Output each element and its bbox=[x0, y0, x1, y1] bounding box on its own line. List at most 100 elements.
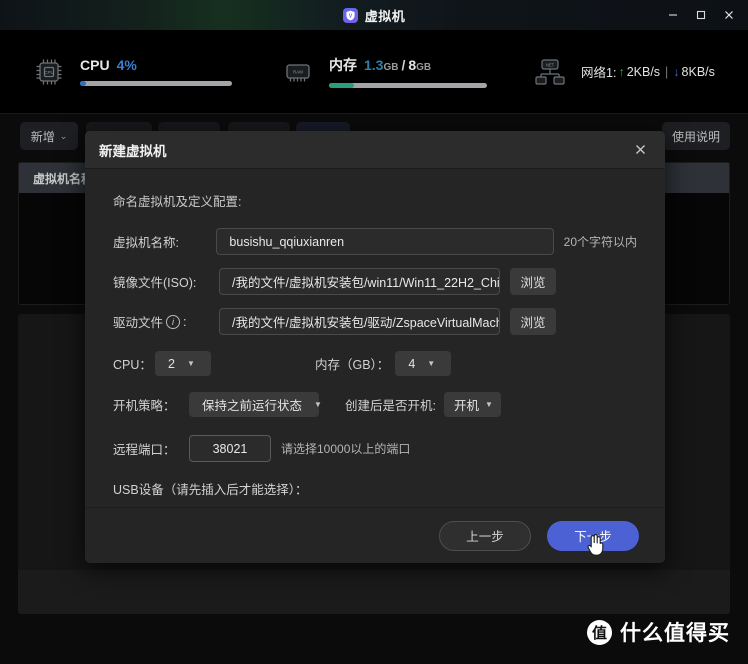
network-stat-body: 网络1: ↑ 2KB/s | ↓ 8KB/s bbox=[581, 62, 715, 81]
driver-path-input[interactable]: /我的文件/虚拟机安装包/驱动/ZspaceVirtualMachineD… bbox=[219, 308, 500, 335]
next-step-button[interactable]: 下一步 bbox=[547, 520, 639, 551]
close-icon[interactable] bbox=[629, 139, 651, 161]
iso-path-value: /我的文件/虚拟机安装包/win11/Win11_22H2_Chinese… bbox=[232, 276, 500, 290]
cpu-stat-head: CPU 4% bbox=[80, 57, 232, 73]
previous-step-label: 上一步 bbox=[466, 530, 504, 544]
memory-used-value: 1.3 bbox=[364, 57, 384, 73]
field-row-port: 远程端口： 38021 请选择10000以上的端口 bbox=[113, 435, 637, 462]
iso-browse-label: 浏览 bbox=[520, 276, 546, 290]
svg-text:NET: NET bbox=[546, 62, 555, 67]
iso-path-input[interactable]: /我的文件/虚拟机安装包/win11/Win11_22H2_Chinese… bbox=[219, 268, 500, 295]
network-label: 网络1: bbox=[581, 66, 617, 80]
field-row-boot: 开机策略： 保持之前运行状态 ▼ 创建后是否开机: 开机 ▼ bbox=[113, 392, 637, 417]
memory-total-value: 8 bbox=[408, 57, 417, 73]
window-title: 虚拟机 bbox=[364, 8, 406, 24]
driver-label-colon: : bbox=[183, 314, 187, 329]
ram-chip-icon: RAM bbox=[281, 55, 315, 89]
driver-label-text: 驱动文件 bbox=[113, 316, 164, 330]
close-icon[interactable] bbox=[716, 3, 742, 27]
field-row-cpu-memory: CPU： 2 ▼ 内存（GB）： 4 ▼ bbox=[113, 351, 637, 376]
chevron-down-icon: ▼ bbox=[314, 400, 322, 409]
application-window: V 虚拟机 CPU CPU 4% RAM 内存 1.3 GB / 8 GB NE… bbox=[0, 0, 748, 664]
power-on-label: 创建后是否开机: bbox=[345, 399, 436, 413]
add-vm-button[interactable]: 新增 ⌄ bbox=[20, 122, 78, 150]
memory-size-select[interactable]: 4 ▼ bbox=[395, 351, 452, 376]
watermark: 值 什么值得买 bbox=[587, 617, 730, 647]
network-up-value: 2KB/s bbox=[626, 64, 661, 79]
power-on-select[interactable]: 开机 ▼ bbox=[443, 392, 501, 417]
svg-text:CPU: CPU bbox=[44, 70, 54, 75]
cpu-usage-bar bbox=[80, 81, 232, 86]
vm-table-header-name: 虚拟机名称 bbox=[33, 171, 94, 186]
vm-name-input[interactable]: busishu_qqiuxianren bbox=[216, 228, 554, 255]
cpu-count-value: 2 bbox=[168, 356, 175, 371]
remote-port-input[interactable]: 38021 bbox=[189, 435, 271, 462]
dialog-title: 新建虚拟机 bbox=[99, 143, 167, 159]
memory-separator: / bbox=[401, 57, 406, 73]
vm-name-label: 虚拟机名称: bbox=[113, 236, 179, 250]
dialog-footer: 上一步 下一步 bbox=[85, 507, 665, 563]
memory-stat-body: 内存 1.3 GB / 8 GB bbox=[329, 55, 487, 88]
title-bar-center: V 虚拟机 bbox=[342, 6, 406, 25]
memory-stat: RAM 内存 1.3 GB / 8 GB bbox=[281, 55, 499, 89]
memory-size-value: 4 bbox=[408, 356, 416, 371]
field-row-usb: USB设备（请先插入后才能选择）： bbox=[113, 479, 637, 498]
network-stat: NET 网络1: ↑ 2KB/s | ↓ 8KB/s bbox=[533, 55, 715, 89]
memory-used-unit: GB bbox=[383, 62, 399, 73]
svg-text:RAM: RAM bbox=[293, 69, 303, 74]
maximize-icon[interactable] bbox=[688, 3, 714, 27]
cpu-count-select[interactable]: 2 ▼ bbox=[155, 351, 211, 376]
cpu-select-label: CPU： bbox=[113, 358, 152, 372]
vm-name-input-value: busishu_qqiuxianren bbox=[229, 234, 345, 249]
watermark-badge: 值 bbox=[587, 619, 612, 645]
help-button-label: 使用说明 bbox=[671, 129, 720, 144]
iso-browse-button[interactable]: 浏览 bbox=[510, 268, 556, 295]
memory-usage-bar-fill bbox=[329, 83, 355, 88]
chevron-down-icon: ▼ bbox=[186, 359, 195, 368]
network-divider: | bbox=[665, 64, 669, 79]
remote-port-hint: 请选择10000以上的端口 bbox=[281, 442, 411, 456]
boot-policy-label: 开机策略： bbox=[113, 399, 176, 413]
chevron-down-icon: ▼ bbox=[427, 359, 436, 368]
iso-label: 镜像文件(ISO): bbox=[113, 276, 197, 290]
memory-select-label: 内存（GB）： bbox=[315, 358, 390, 372]
driver-path-value: /我的文件/虚拟机安装包/驱动/ZspaceVirtualMachineD… bbox=[232, 316, 500, 330]
memory-usage-bar bbox=[329, 83, 487, 88]
remote-port-label: 远程端口： bbox=[113, 443, 176, 457]
next-step-label: 下一步 bbox=[574, 530, 612, 544]
add-vm-label: 新增 bbox=[30, 129, 55, 144]
info-icon[interactable]: i bbox=[166, 314, 181, 329]
dialog-header: 新建虚拟机 bbox=[85, 131, 665, 169]
memory-total-unit: GB bbox=[416, 62, 432, 73]
cpu-value: 4% bbox=[116, 57, 137, 73]
dialog-section-note: 命名虚拟机及定义配置: bbox=[113, 195, 242, 209]
field-row-vm-name: 虚拟机名称: busishu_qqiuxianren 20个字符以内 bbox=[113, 228, 637, 255]
vm-name-hint: 20个字符以内 bbox=[563, 235, 637, 249]
shield-v-icon: V bbox=[342, 7, 358, 23]
chevron-down-icon: ▼ bbox=[485, 400, 493, 409]
window-controls bbox=[660, 0, 742, 30]
boot-policy-value: 保持之前运行状态 bbox=[202, 399, 303, 413]
network-up-arrow-icon: ↑ bbox=[618, 64, 625, 79]
new-vm-dialog: 新建虚拟机 命名虚拟机及定义配置: 虚拟机名称: busishu_qqiuxia… bbox=[85, 131, 665, 563]
field-row-driver: 驱动文件 i : /我的文件/虚拟机安装包/驱动/ZspaceVirtualMa… bbox=[113, 308, 637, 335]
minimize-icon[interactable] bbox=[660, 3, 686, 27]
network-readout: 网络1: ↑ 2KB/s | ↓ 8KB/s bbox=[581, 62, 715, 81]
network-down-value: 8KB/s bbox=[681, 64, 715, 79]
dialog-body: 命名虚拟机及定义配置: 虚拟机名称: busishu_qqiuxianren 2… bbox=[85, 169, 665, 498]
watermark-text: 什么值得买 bbox=[620, 622, 730, 645]
boot-policy-select[interactable]: 保持之前运行状态 ▼ bbox=[189, 392, 322, 417]
cpu-label: CPU bbox=[80, 57, 110, 73]
vm-detail-panel-footer bbox=[18, 570, 730, 614]
driver-browse-button[interactable]: 浏览 bbox=[510, 308, 556, 335]
power-on-value: 开机 bbox=[453, 399, 479, 413]
cpu-stat: CPU CPU 4% bbox=[32, 55, 237, 89]
previous-step-button[interactable]: 上一步 bbox=[439, 520, 531, 551]
network-down-arrow-icon: ↓ bbox=[673, 64, 680, 79]
memory-label: 内存 bbox=[329, 57, 357, 73]
field-row-iso: 镜像文件(ISO): /我的文件/虚拟机安装包/win11/Win11_22H2… bbox=[113, 268, 637, 295]
title-bar: V 虚拟机 bbox=[0, 0, 748, 30]
svg-text:V: V bbox=[349, 13, 353, 19]
network-icon: NET bbox=[533, 55, 567, 89]
help-button[interactable]: 使用说明 bbox=[661, 122, 730, 150]
